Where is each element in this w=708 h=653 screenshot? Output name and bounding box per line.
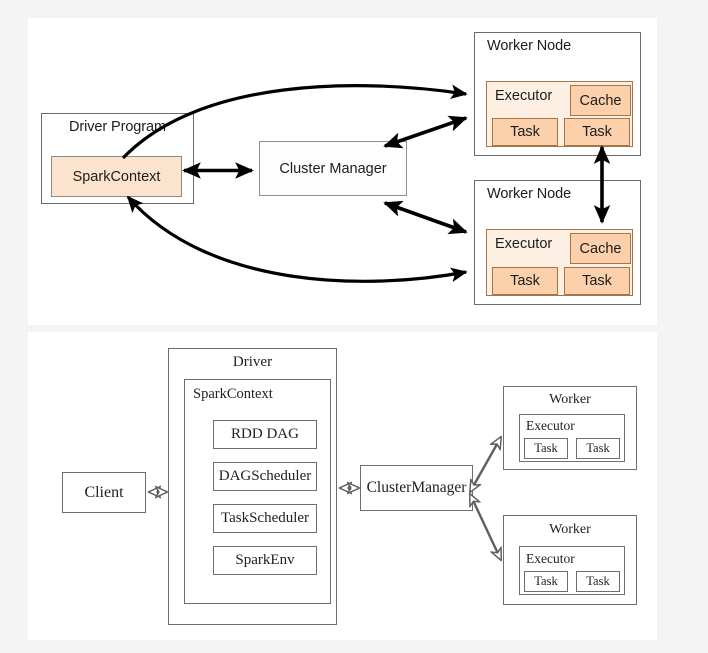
worker-node-1-task-2-label: Task [582,124,612,140]
bottom-diagram-card: Client Driver SparkContext RDD DAG DAGSc… [28,332,657,640]
worker-node-2-cache-box: Cache [570,233,631,264]
worker-node-2-task-2-label: Task [582,273,612,289]
worker-node-2-executor-label: Executor [495,236,553,252]
spark-context-label: SparkContext [72,168,161,185]
worker-node-1-task-2-box: Task [564,118,630,146]
worker-2-task-2-label: Task [586,574,610,588]
worker-2-title: Worker [549,522,591,537]
worker-node-2-task-1-label: Task [510,273,540,289]
dag-scheduler-box: DAGScheduler [213,462,317,491]
worker-2-task-1-box: Task [524,571,568,592]
worker-node-1-task-1-box: Task [492,118,558,146]
worker-1-box: Worker Executor Task Task [503,386,637,470]
client-box: Client [62,472,146,513]
worker-1-task-1-box: Task [524,438,568,459]
top-diagram-card: Driver Program SparkContext Cluster Mana… [28,18,657,325]
worker-1-task-2-box: Task [576,438,620,459]
worker-2-executor-box: Executor Task Task [519,546,625,595]
cluster-manager-label: ClusterManager [366,479,467,496]
worker-node-1-executor-box: Executor Cache Task Task [486,81,633,147]
cluster-manager-box: ClusterManager [360,465,473,511]
worker-node-1-cache-box: Cache [570,85,631,116]
cluster-manager-label: Cluster Manager [279,160,387,177]
worker-node-1-cache-label: Cache [579,92,622,109]
worker-1-task-1-label: Task [534,441,558,455]
worker-node-2-task-2-box: Task [564,267,630,295]
driver-program-title: Driver Program [69,119,166,135]
worker-node-2-executor-box: Executor Cache Task Task [486,229,633,296]
worker-node-1-title: Worker Node [487,38,572,54]
dag-scheduler-label: DAGScheduler [218,468,312,484]
worker-node-1-executor-label: Executor [495,88,553,104]
rdd-dag-box: RDD DAG [213,420,317,449]
worker-node-2-task-1-box: Task [492,267,558,295]
spark-env-label: SparkEnv [235,552,295,568]
worker-1-executor-box: Executor Task Task [519,414,625,462]
worker-1-title: Worker [549,392,591,407]
spark-context-box: SparkContext [51,156,182,197]
task-scheduler-label: TaskScheduler [220,510,310,526]
worker-node-1-box: Worker Node Executor Cache Task Task [474,32,641,156]
worker-2-task-2-box: Task [576,571,620,592]
spark-context-box: SparkContext RDD DAG DAGScheduler TaskSc… [184,379,331,604]
client-label: Client [84,483,124,501]
worker-2-executor-label: Executor [526,551,575,566]
worker-node-2-cache-label: Cache [579,240,622,257]
driver-title: Driver [232,354,273,370]
worker-1-task-2-label: Task [586,441,610,455]
driver-box: Driver SparkContext RDD DAG DAGScheduler… [168,348,337,625]
driver-program-box: Driver Program SparkContext [41,113,194,204]
task-scheduler-box: TaskScheduler [213,504,317,533]
worker-node-2-title: Worker Node [487,186,572,202]
spark-env-box: SparkEnv [213,546,317,575]
rdd-dag-label: RDD DAG [231,426,299,442]
worker-2-task-1-label: Task [534,574,558,588]
worker-node-2-box: Worker Node Executor Cache Task Task [474,180,641,305]
cluster-manager-box: Cluster Manager [259,141,407,196]
spark-context-title: SparkContext [193,386,273,402]
worker-node-1-task-1-label: Task [510,124,540,140]
worker-2-box: Worker Executor Task Task [503,515,637,605]
worker-1-executor-label: Executor [526,418,575,433]
